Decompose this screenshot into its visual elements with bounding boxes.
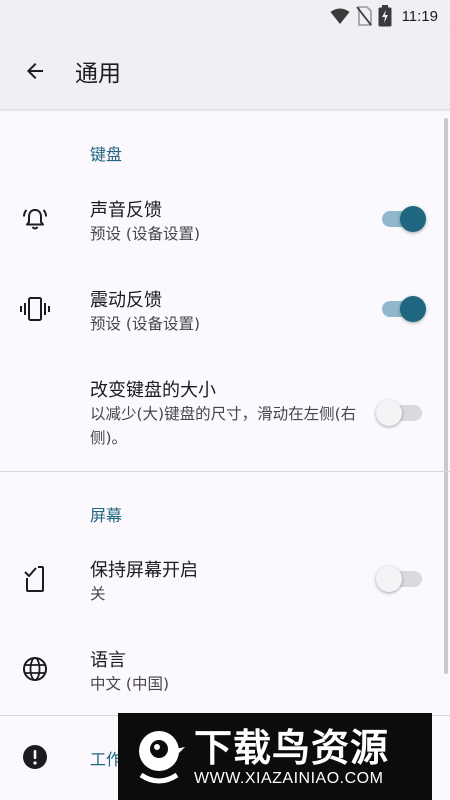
arrow-back-icon: [27, 62, 43, 79]
toggle-thumb: [376, 566, 402, 592]
setting-resize-keyboard[interactable]: 改变键盘的大小 以减少(大)键盘的尺寸，滑动在左侧(右侧)。: [0, 368, 450, 458]
sound-feedback-subtitle: 预设 (设备设置): [90, 225, 201, 243]
sound-feedback-toggle[interactable]: [382, 206, 426, 232]
resize-keyboard-subtitle: 以减少(大)键盘的尺寸，滑动在左侧(右侧)。: [90, 405, 357, 447]
setting-sound-feedback[interactable]: 声音反馈 预设 (设备设置): [0, 188, 450, 258]
vibration-feedback-subtitle: 预设 (设备设置): [90, 315, 201, 333]
toggle-thumb: [400, 296, 426, 322]
resize-keyboard-title: 改变键盘的大小: [90, 380, 216, 401]
globe-icon: [18, 652, 52, 686]
setting-keep-screen-on[interactable]: 保持屏幕开启 关: [0, 548, 450, 618]
page-title: 通用: [75, 60, 121, 87]
battery-charging-icon: [378, 5, 392, 27]
bird-logo-icon: [128, 722, 190, 792]
back-button[interactable]: [0, 32, 70, 110]
keep-screen-on-title: 保持屏幕开启: [90, 560, 198, 581]
vibration-icon: [18, 292, 52, 326]
no-sim-icon: [355, 6, 372, 26]
status-bar: 11:19: [0, 0, 450, 32]
keep-screen-on-subtitle: 关: [90, 585, 106, 603]
app-bar: 通用: [0, 32, 450, 110]
language-title: 语言: [90, 650, 126, 671]
setting-vibration-feedback[interactable]: 震动反馈 预设 (设备设置): [0, 278, 450, 348]
status-time: 11:19: [401, 7, 438, 25]
wifi-icon: [330, 8, 350, 24]
vibration-feedback-title: 震动反馈: [90, 290, 162, 311]
section-divider: [0, 471, 450, 472]
section-header-keyboard: 键盘: [90, 145, 123, 164]
phone-check-icon: [18, 562, 52, 596]
language-subtitle: 中文 (中国): [90, 675, 170, 693]
watermark-url: WWW.XIAZAINIAO.COM: [194, 769, 384, 787]
watermark-brand: 下载鸟资源: [194, 725, 390, 770]
section-header-screen: 屏幕: [90, 506, 123, 525]
vibration-feedback-toggle[interactable]: [382, 296, 426, 322]
toggle-thumb: [400, 206, 426, 232]
keep-screen-on-toggle[interactable]: [376, 566, 422, 592]
error-circle-icon: [18, 740, 52, 774]
sound-feedback-title: 声音反馈: [90, 200, 162, 221]
toggle-thumb: [376, 400, 402, 426]
watermark-banner: 下载鸟资源 WWW.XIAZAINIAO.COM: [118, 713, 432, 800]
bell-ring-icon: [18, 202, 52, 236]
resize-keyboard-toggle[interactable]: [376, 400, 422, 426]
setting-language[interactable]: 语言 中文 (中国): [0, 638, 450, 708]
